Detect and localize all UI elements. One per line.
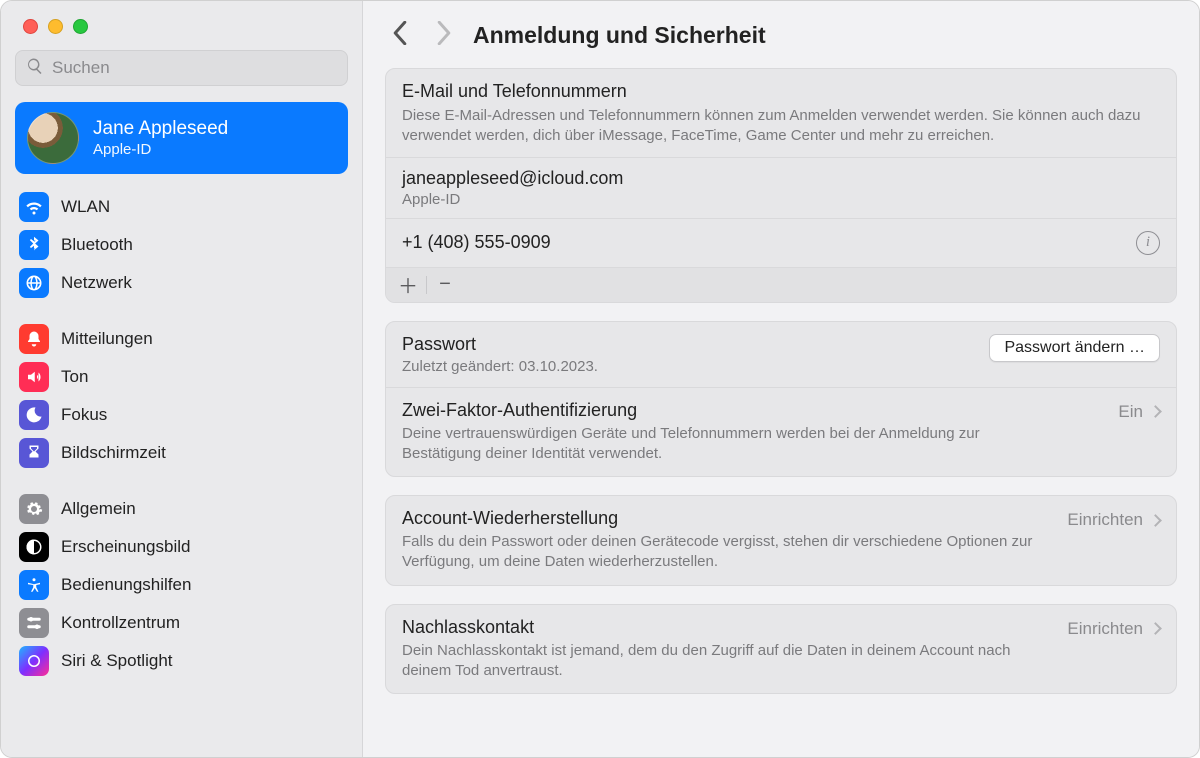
minimize-window-button[interactable]	[48, 19, 63, 34]
email-row[interactable]: janeappleseed@icloud.com Apple-ID	[386, 157, 1176, 218]
window-controls	[1, 1, 362, 46]
globe-icon	[19, 268, 49, 298]
recovery-desc: Falls du dein Passwort oder deinen Gerät…	[402, 532, 1042, 573]
add-remove-bar: ＋ −	[386, 267, 1176, 302]
chevron-right-icon	[1149, 514, 1162, 527]
sidebar-item-sound[interactable]: Ton	[15, 358, 348, 396]
sidebar-item-label: Siri & Spotlight	[61, 651, 173, 671]
gear-icon	[19, 494, 49, 524]
sidebar-item-general[interactable]: Allgemein	[15, 490, 348, 528]
profile-name: Jane Appleseed	[93, 118, 228, 141]
settings-window: Suchen Jane Appleseed Apple-ID WLAN	[0, 0, 1200, 758]
recovery-row[interactable]: Account-Wiederherstellung Falls du dein …	[386, 496, 1176, 585]
change-password-button[interactable]: Passwort ändern …	[989, 334, 1160, 362]
sidebar-item-bluetooth[interactable]: Bluetooth	[15, 226, 348, 264]
legacy-title: Nachlasskontakt	[402, 617, 1051, 638]
two-factor-title: Zwei-Faktor-Authentifizierung	[402, 400, 1102, 421]
search-placeholder: Suchen	[52, 58, 110, 78]
remove-button[interactable]: −	[431, 272, 459, 298]
sidebar-item-notifications[interactable]: Mitteilungen	[15, 320, 348, 358]
speaker-icon	[19, 362, 49, 392]
security-panel: Passwort Zuletzt geändert: 03.10.2023. P…	[385, 321, 1177, 478]
sidebar-item-focus[interactable]: Fokus	[15, 396, 348, 434]
search-input[interactable]: Suchen	[15, 50, 348, 86]
siri-icon	[19, 646, 49, 676]
sidebar-item-label: Fokus	[61, 405, 107, 425]
sidebar-item-network[interactable]: Netzwerk	[15, 264, 348, 302]
sidebar-item-label: Netzwerk	[61, 273, 132, 293]
wifi-icon	[19, 192, 49, 222]
contacts-desc: Diese E-Mail-Adressen und Telefonnummern…	[402, 106, 1160, 147]
sidebar-item-label: Erscheinungsbild	[61, 537, 190, 557]
phone-value: +1 (408) 555-0909	[402, 232, 551, 253]
sidebar-item-siri[interactable]: Siri & Spotlight	[15, 642, 348, 680]
moon-icon	[19, 400, 49, 430]
legacy-row[interactable]: Nachlasskontakt Dein Nachlasskontakt ist…	[386, 605, 1176, 694]
email-sub: Apple-ID	[402, 191, 1160, 208]
profile-sub: Apple-ID	[93, 141, 228, 158]
two-factor-row[interactable]: Zwei-Faktor-Authentifizierung Deine vert…	[386, 387, 1176, 477]
sidebar: Suchen Jane Appleseed Apple-ID WLAN	[1, 1, 363, 757]
hourglass-icon	[19, 438, 49, 468]
appearance-icon	[19, 532, 49, 562]
email-value: janeappleseed@icloud.com	[402, 168, 1160, 189]
add-button[interactable]: ＋	[394, 272, 422, 298]
contacts-title: E-Mail und Telefonnummern	[402, 81, 1160, 102]
recovery-title: Account-Wiederherstellung	[402, 508, 1051, 529]
close-window-button[interactable]	[23, 19, 38, 34]
legacy-desc: Dein Nachlasskontakt ist jemand, dem du …	[402, 641, 1042, 682]
info-button[interactable]: i	[1136, 231, 1160, 255]
sliders-icon	[19, 608, 49, 638]
divider	[426, 276, 427, 294]
sidebar-item-label: Kontrollzentrum	[61, 613, 180, 633]
two-factor-status: Ein	[1118, 402, 1143, 422]
password-row: Passwort Zuletzt geändert: 03.10.2023. P…	[386, 322, 1176, 387]
sidebar-item-label: Bildschirmzeit	[61, 443, 166, 463]
content-header: Anmeldung und Sicherheit	[363, 1, 1199, 66]
recovery-panel: Account-Wiederherstellung Falls du dein …	[385, 495, 1177, 586]
sidebar-item-appearance[interactable]: Erscheinungsbild	[15, 528, 348, 566]
zoom-window-button[interactable]	[73, 19, 88, 34]
sidebar-item-label: Ton	[61, 367, 88, 387]
page-title: Anmeldung und Sicherheit	[473, 22, 766, 49]
content-area: Anmeldung und Sicherheit E-Mail und Tele…	[363, 1, 1199, 757]
sidebar-list: WLAN Bluetooth Netzwerk	[1, 180, 362, 698]
chevron-right-icon	[1149, 622, 1162, 635]
sidebar-item-label: Bluetooth	[61, 235, 133, 255]
forward-button[interactable]	[435, 21, 453, 50]
phone-row[interactable]: +1 (408) 555-0909 i	[386, 218, 1176, 267]
sidebar-item-control-center[interactable]: Kontrollzentrum	[15, 604, 348, 642]
legacy-status: Einrichten	[1067, 619, 1143, 639]
bell-icon	[19, 324, 49, 354]
sidebar-item-apple-id[interactable]: Jane Appleseed Apple-ID	[15, 102, 348, 174]
back-button[interactable]	[391, 21, 409, 50]
accessibility-icon	[19, 570, 49, 600]
sidebar-item-label: Bedienungshilfen	[61, 575, 191, 595]
sidebar-item-wlan[interactable]: WLAN	[15, 188, 348, 226]
sidebar-item-label: Mitteilungen	[61, 329, 153, 349]
sidebar-item-label: Allgemein	[61, 499, 136, 519]
contacts-panel: E-Mail und Telefonnummern Diese E-Mail-A…	[385, 68, 1177, 303]
sidebar-item-accessibility[interactable]: Bedienungshilfen	[15, 566, 348, 604]
chevron-right-icon	[1149, 405, 1162, 418]
recovery-status: Einrichten	[1067, 510, 1143, 530]
avatar	[27, 112, 79, 164]
search-icon	[26, 57, 44, 80]
sidebar-item-label: WLAN	[61, 197, 110, 217]
legacy-panel: Nachlasskontakt Dein Nachlasskontakt ist…	[385, 604, 1177, 695]
bluetooth-icon	[19, 230, 49, 260]
password-title: Passwort	[402, 334, 598, 355]
sidebar-item-screentime[interactable]: Bildschirmzeit	[15, 434, 348, 472]
password-sub: Zuletzt geändert: 03.10.2023.	[402, 358, 598, 375]
two-factor-desc: Deine vertrauenswürdigen Geräte und Tele…	[402, 424, 1042, 465]
